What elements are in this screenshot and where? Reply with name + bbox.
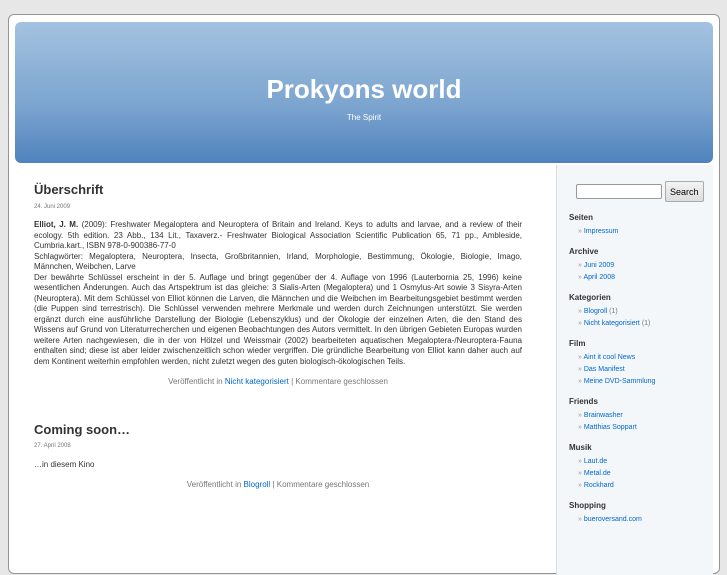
widget-musik: Musik Laut.de Metal.de Rockhard [569, 443, 713, 490]
widget-item: Blogroll (1) [578, 307, 713, 316]
widget-link[interactable]: Impressum [584, 228, 619, 235]
widget-title: Seiten [569, 213, 594, 222]
widget-item: Metal.de [578, 469, 713, 478]
widget-link[interactable]: Brainwasher [584, 412, 623, 419]
comments-closed: | Kommentare geschlossen [288, 377, 388, 386]
widget-link[interactable]: Matthias Soppart [584, 424, 637, 431]
widget-title: Shopping [569, 501, 606, 510]
widget-item: Nicht kategorisiert (1) [578, 319, 713, 328]
widget-title: Film [569, 339, 586, 348]
blog-description: The Spirit [346, 113, 382, 122]
widget-item: Aint it cool News [578, 353, 713, 362]
meta-prefix: Veröffentlicht in [186, 480, 244, 489]
search-button[interactable]: Search [665, 181, 704, 202]
header: Prokyons world The Spirit [15, 22, 713, 163]
widget-title: Friends [569, 397, 598, 406]
page: Prokyons world The Spirit Überschrift 24… [8, 14, 720, 575]
widget-item: bueroversand.com [578, 515, 713, 524]
widget-link[interactable]: Das Manifest [584, 366, 625, 373]
sidebar: Search Seiten Impressum Archive Juni 2009 Ap… [556, 165, 713, 575]
post-author: Elliot, J. M. [34, 220, 79, 229]
widget-link[interactable]: April 2008 [583, 274, 615, 281]
widget-link[interactable]: Laut.de [584, 458, 607, 465]
post-body: Elliot, J. M. (2009): Freshwater Megalop… [34, 220, 522, 367]
widget-link[interactable]: Aint it cool News [583, 354, 635, 361]
widget-item: Meine DVD-Sammlung [578, 377, 713, 386]
widget-item: Impressum [578, 227, 713, 236]
post: Überschrift 24. Juni 2009 Elliot, J. M. … [34, 182, 522, 388]
widget-link[interactable]: Juni 2009 [584, 262, 614, 269]
post: Coming soon… 27. April 2008 …in diesem K… [34, 422, 522, 491]
post-meta: Veröffentlicht in Nicht kategorisiert | … [34, 377, 522, 388]
category-link[interactable]: Blogroll [244, 480, 271, 489]
widget-link[interactable]: Blogroll [584, 308, 607, 315]
item-count: (1) [609, 308, 618, 315]
widget-friends: Friends Brainwasher Matthias Soppart [569, 397, 713, 432]
post-title-link[interactable]: Coming soon… [34, 422, 130, 437]
post-keywords: Schlagwörter: Megaloptera, Neuroptera, I… [34, 251, 522, 272]
widget-film: Film Aint it cool News Das Manifest Meine D… [569, 339, 713, 386]
widget-link[interactable]: Meine DVD-Sammlung [584, 378, 656, 385]
widget-title: Musik [569, 443, 592, 452]
search-input[interactable] [576, 184, 662, 199]
widget-title: Archive [569, 247, 599, 256]
item-count: (1) [641, 320, 651, 327]
post-title-link[interactable]: Überschrift [34, 182, 103, 197]
search-form: Search [576, 181, 713, 202]
widget-link[interactable]: Metal.de [584, 470, 611, 477]
blog-title-link[interactable]: Prokyons world [266, 74, 461, 104]
widget-link[interactable]: bueroversand.com [584, 516, 642, 523]
widget-shopping: Shopping bueroversand.com [569, 501, 713, 524]
widget-item: Das Manifest [578, 365, 713, 374]
widget-item: April 2008 [578, 273, 713, 282]
post-meta: Veröffentlicht in Blogroll | Kommentare … [34, 480, 522, 491]
widget-item: Juni 2009 [578, 261, 713, 270]
meta-prefix: Veröffentlicht in [168, 377, 225, 386]
post-citation: (2009): Freshwater Megaloptera and Neuro… [34, 220, 523, 250]
comments-closed: | Kommentare geschlossen [270, 480, 370, 489]
widget-kategorien: KategorienBlogroll (1)Nicht kategorisier… [569, 293, 713, 328]
widget-seiten: Seiten Impressum [569, 213, 713, 236]
category-link[interactable]: Nicht kategorisiert [225, 377, 289, 386]
widget-item: Brainwasher [578, 411, 713, 420]
widget-item: Laut.de [578, 457, 713, 466]
widget-item: Matthias Soppart [578, 423, 713, 432]
widget-title: Kategorien [569, 293, 611, 302]
post-body: …in diesem Kino [34, 459, 95, 469]
post-review: Der bewährte Schlüssel erscheint in der … [34, 272, 522, 366]
widget-item: Rockhard [578, 481, 713, 490]
post-date: 27. April 2008 [34, 443, 71, 449]
widget-link[interactable]: Nicht kategorisiert [584, 320, 640, 327]
content: Überschrift 24. Juni 2009 Elliot, J. M. … [34, 182, 522, 528]
post-date: 24. Juni 2009 [34, 203, 71, 210]
widget-archive: Archive Juni 2009 April 2008 [569, 247, 713, 282]
widget-link[interactable]: Rockhard [584, 482, 614, 489]
